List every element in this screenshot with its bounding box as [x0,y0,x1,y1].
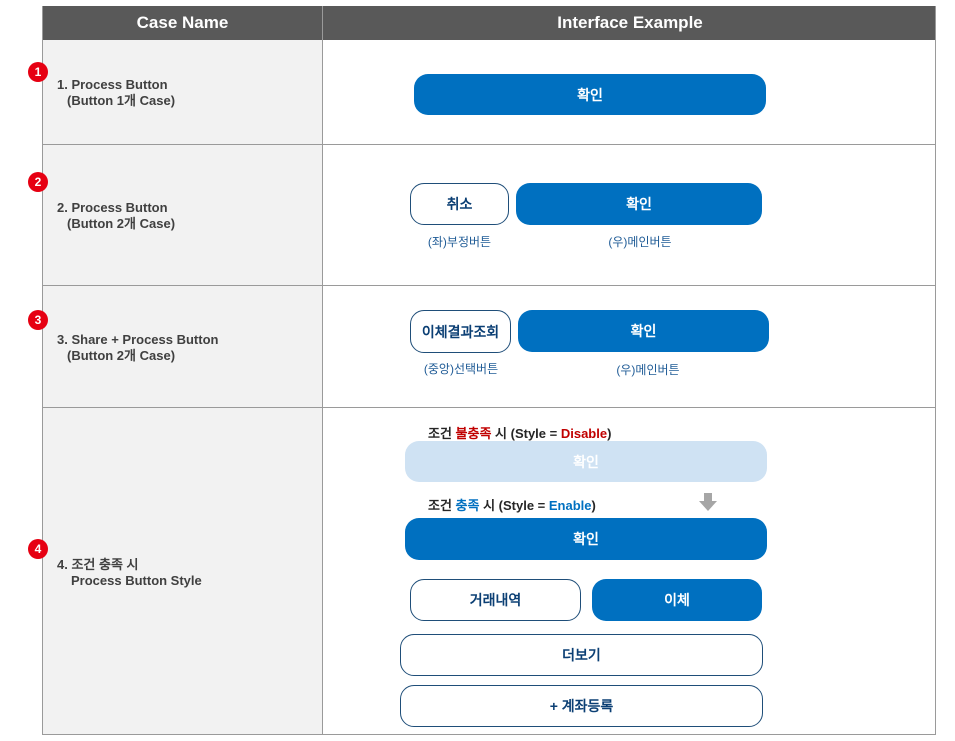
row2-confirm-button[interactable]: 확인 [516,183,762,225]
row4-disabled-confirm-button: 확인 [405,441,767,482]
condition-enable-text: 조건 충족 시 (Style = Enable) [428,495,596,514]
row-divider [43,285,935,286]
cond-enable-value: Enable [548,498,592,513]
row1-confirm-button[interactable]: 확인 [414,74,766,115]
cond-disable-value: Disable [560,426,608,441]
case-3-line2: (Button 2개 Case) [67,348,176,363]
header-interface-example: Interface Example [557,13,703,32]
row-divider [43,407,935,408]
case-3-badge: 3 [28,310,48,330]
row3-right-caption: (우)메인버튼 [616,363,680,377]
case-3-label: 3. Share + Process Button (Button 2개 Cas… [57,332,218,364]
case-2-line1: 2. Process Button [57,200,168,215]
row2-right-caption: (우)메인버튼 [608,235,672,249]
cond-disable-suffix: ) [607,426,612,441]
row3-left-caption: (중앙)선택버튼 [423,362,499,376]
row3-transfer-result-button[interactable]: 이체결과조회 [410,310,511,353]
down-arrow-icon [699,493,717,511]
case-4-line1: 4. 조건 충족 시 [57,557,139,572]
case-3-line1: 3. Share + Process Button [57,332,219,347]
cond-disable-mid: 시 (Style = [491,426,561,441]
transfer-button[interactable]: 이체 [592,579,762,621]
row2-cancel-button[interactable]: 취소 [410,183,509,225]
cond-enable-mid: 시 (Style = [479,498,549,513]
case-4-label: 4. 조건 충족 시 Process Button Style [57,557,202,589]
table-header: Case Name Interface Example [43,6,935,40]
case-4-line2: Process Button Style [71,573,202,588]
case-1-badge: 1 [28,62,48,82]
case-2-label: 2. Process Button (Button 2개 Case) [57,200,175,232]
case-2-line2: (Button 2개 Case) [67,216,176,231]
cond-enable-suffix: ) [591,498,596,513]
case-1-line2: (Button 1개 Case) [67,93,176,108]
case-4-badge: 4 [28,539,48,559]
condition-disable-text: 조건 불충족 시 (Style = Disable) [428,423,611,442]
cond-disable-word: 불충족 [455,426,492,441]
cond-enable-word: 충족 [455,498,480,513]
more-button[interactable]: 더보기 [400,634,763,676]
row-divider [43,144,935,145]
row4-enabled-confirm-button[interactable]: 확인 [405,518,767,560]
case-2-badge: 2 [28,172,48,192]
case-1-label: 1. Process Button (Button 1개 Case) [57,77,175,109]
cond-disable-prefix: 조건 [428,426,456,441]
case-1-line1: 1. Process Button [57,77,168,92]
row2-left-caption: (좌)부정버튼 [427,235,492,249]
header-case-name: Case Name [136,13,229,32]
register-account-button[interactable]: + 계좌등록 [400,685,763,727]
cond-enable-prefix: 조건 [428,498,456,513]
row3-confirm-button[interactable]: 확인 [518,310,769,352]
transaction-history-button[interactable]: 거래내역 [410,579,581,621]
